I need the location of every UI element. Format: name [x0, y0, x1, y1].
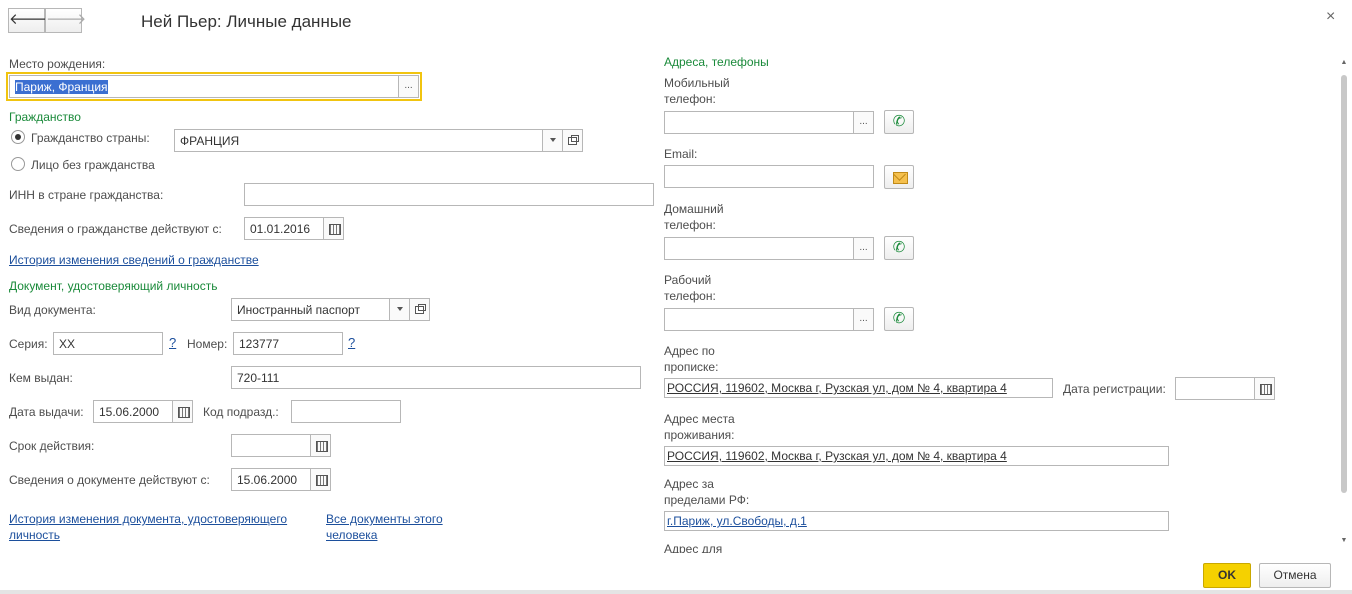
birthplace-value: Париж, Франция: [15, 80, 108, 94]
division-code-label: Код подразд.:: [203, 405, 279, 419]
home-phone-input[interactable]: ...: [664, 237, 874, 260]
doc-valid-from-label: Сведения о документе действуют с:: [9, 473, 210, 487]
phone-call-icon[interactable]: ✆: [884, 110, 914, 134]
doc-type-dropdown-button[interactable]: [389, 299, 409, 320]
citizenship-country-label: Гражданство страны:: [31, 131, 150, 145]
work-phone-input[interactable]: ...: [664, 308, 874, 331]
birthplace-select-button[interactable]: ...: [398, 76, 418, 97]
doc-type-open-button[interactable]: [409, 298, 430, 321]
birthplace-input[interactable]: Париж, Франция ...: [9, 75, 419, 98]
calendar-icon[interactable]: [1254, 378, 1274, 399]
citizenship-open-button[interactable]: [562, 129, 583, 152]
document-history-link[interactable]: История изменения документа, удостоверяю…: [9, 511, 314, 543]
doc-valid-from-value: 15.06.2000: [237, 473, 298, 487]
citizenship-country-value: ФРАНЦИЯ: [180, 134, 240, 148]
registration-address-field[interactable]: РОССИЯ, 119602, Москва г, Рузская ул, до…: [664, 378, 1053, 398]
home-phone-label: Домашний телефон:: [664, 202, 724, 232]
document-section: Документ, удостоверяющий личность: [9, 279, 218, 293]
mobile-select-button[interactable]: ...: [853, 112, 873, 133]
registration-address-label: Адрес по прописке:: [664, 344, 719, 374]
registration-date-value: . .: [1188, 396, 1207, 399]
close-icon[interactable]: ×: [1326, 8, 1335, 26]
doc-type-select[interactable]: Иностранный паспорт: [231, 298, 410, 321]
expiry-input[interactable]: . .: [231, 434, 331, 457]
series-input[interactable]: XX: [53, 332, 163, 355]
doc-type-value: Иностранный паспорт: [237, 303, 360, 317]
addresses-section: Адреса, телефоны: [664, 55, 769, 69]
mail-icon[interactable]: [884, 165, 914, 189]
home-phone-select-button[interactable]: ...: [853, 238, 873, 259]
issue-date-value: 15.06.2000: [99, 405, 160, 419]
email-input[interactable]: [664, 165, 874, 188]
series-help-link[interactable]: ?: [169, 335, 176, 350]
stateless-label: Лицо без гражданства: [31, 158, 155, 172]
calendar-icon[interactable]: [323, 218, 343, 239]
citizenship-valid-from-label: Сведения о гражданстве действуют с:: [9, 222, 222, 236]
citizenship-valid-from-input[interactable]: 01.01.2016: [244, 217, 344, 240]
foreign-address-field[interactable]: г.Париж, ул.Свободы, д.1: [664, 511, 1169, 531]
phone-call-icon[interactable]: ✆: [884, 236, 914, 260]
footer-divider: [0, 590, 1352, 594]
scroll-up-icon[interactable]: ▲: [1340, 59, 1348, 67]
ok-button[interactable]: OK: [1203, 563, 1251, 588]
scroll-down-icon[interactable]: ▼: [1340, 537, 1348, 545]
next-address-label: Адрес для: [664, 542, 723, 553]
residence-address-field[interactable]: РОССИЯ, 119602, Москва г, Рузская ул, до…: [664, 446, 1169, 466]
page-title: Ней Пьер: Личные данные: [141, 12, 352, 31]
mobile-label: Мобильный телефон:: [664, 76, 730, 106]
citizenship-history-link[interactable]: История изменения сведений о гражданстве: [9, 252, 259, 268]
citizenship-valid-from-value: 01.01.2016: [250, 222, 311, 236]
issue-date-label: Дата выдачи:: [9, 405, 84, 419]
doc-valid-from-input[interactable]: 15.06.2000: [231, 468, 331, 491]
scrollbar-thumb[interactable]: [1341, 75, 1347, 493]
forward-button[interactable]: 🡒: [45, 8, 86, 33]
citizenship-country-select[interactable]: ФРАНЦИЯ: [174, 129, 563, 152]
work-phone-label: Рабочий телефон:: [664, 273, 716, 303]
issue-date-input[interactable]: 15.06.2000: [93, 400, 193, 423]
stateless-radio[interactable]: [11, 157, 25, 171]
series-label: Серия:: [9, 337, 48, 351]
inn-label: ИНН в стране гражданства:: [9, 188, 164, 202]
expiry-value: . .: [244, 453, 263, 456]
residence-address-label: Адрес места проживания:: [664, 412, 735, 442]
all-documents-link[interactable]: Все документы этого человека: [326, 511, 461, 543]
division-code-input[interactable]: [291, 400, 401, 423]
number-label: Номер:: [187, 337, 228, 351]
expiry-label: Срок действия:: [9, 439, 95, 453]
email-label: Email:: [664, 147, 698, 161]
issued-by-input[interactable]: 720-111: [231, 366, 641, 389]
mobile-input[interactable]: ...: [664, 111, 874, 134]
cancel-button[interactable]: Отмена: [1259, 563, 1331, 588]
issued-by-label: Кем выдан:: [9, 371, 73, 385]
phone-call-icon[interactable]: ✆: [884, 307, 914, 331]
number-help-link[interactable]: ?: [348, 335, 355, 350]
chevron-down-icon: [397, 307, 403, 311]
calendar-icon[interactable]: [310, 469, 330, 490]
foreign-address-label: Адрес за пределами РФ:: [664, 477, 750, 507]
citizenship-dropdown-button[interactable]: [542, 130, 562, 151]
birthplace-label: Место рождения:: [9, 57, 106, 71]
citizenship-country-radio[interactable]: [11, 130, 25, 144]
doc-type-label: Вид документа:: [9, 303, 96, 317]
citizenship-section: Гражданство: [9, 110, 81, 124]
chevron-down-icon: [550, 138, 556, 142]
number-input[interactable]: 123777: [233, 332, 343, 355]
registration-date-label: Дата регистрации:: [1063, 382, 1166, 396]
calendar-icon[interactable]: [172, 401, 192, 422]
registration-date-input[interactable]: . .: [1175, 377, 1275, 400]
scrollbar[interactable]: ▲ ▼: [1340, 59, 1348, 549]
back-button[interactable]: 🡐: [8, 8, 49, 33]
calendar-icon[interactable]: [310, 435, 330, 456]
work-phone-select-button[interactable]: ...: [853, 309, 873, 330]
inn-input[interactable]: [244, 183, 654, 206]
